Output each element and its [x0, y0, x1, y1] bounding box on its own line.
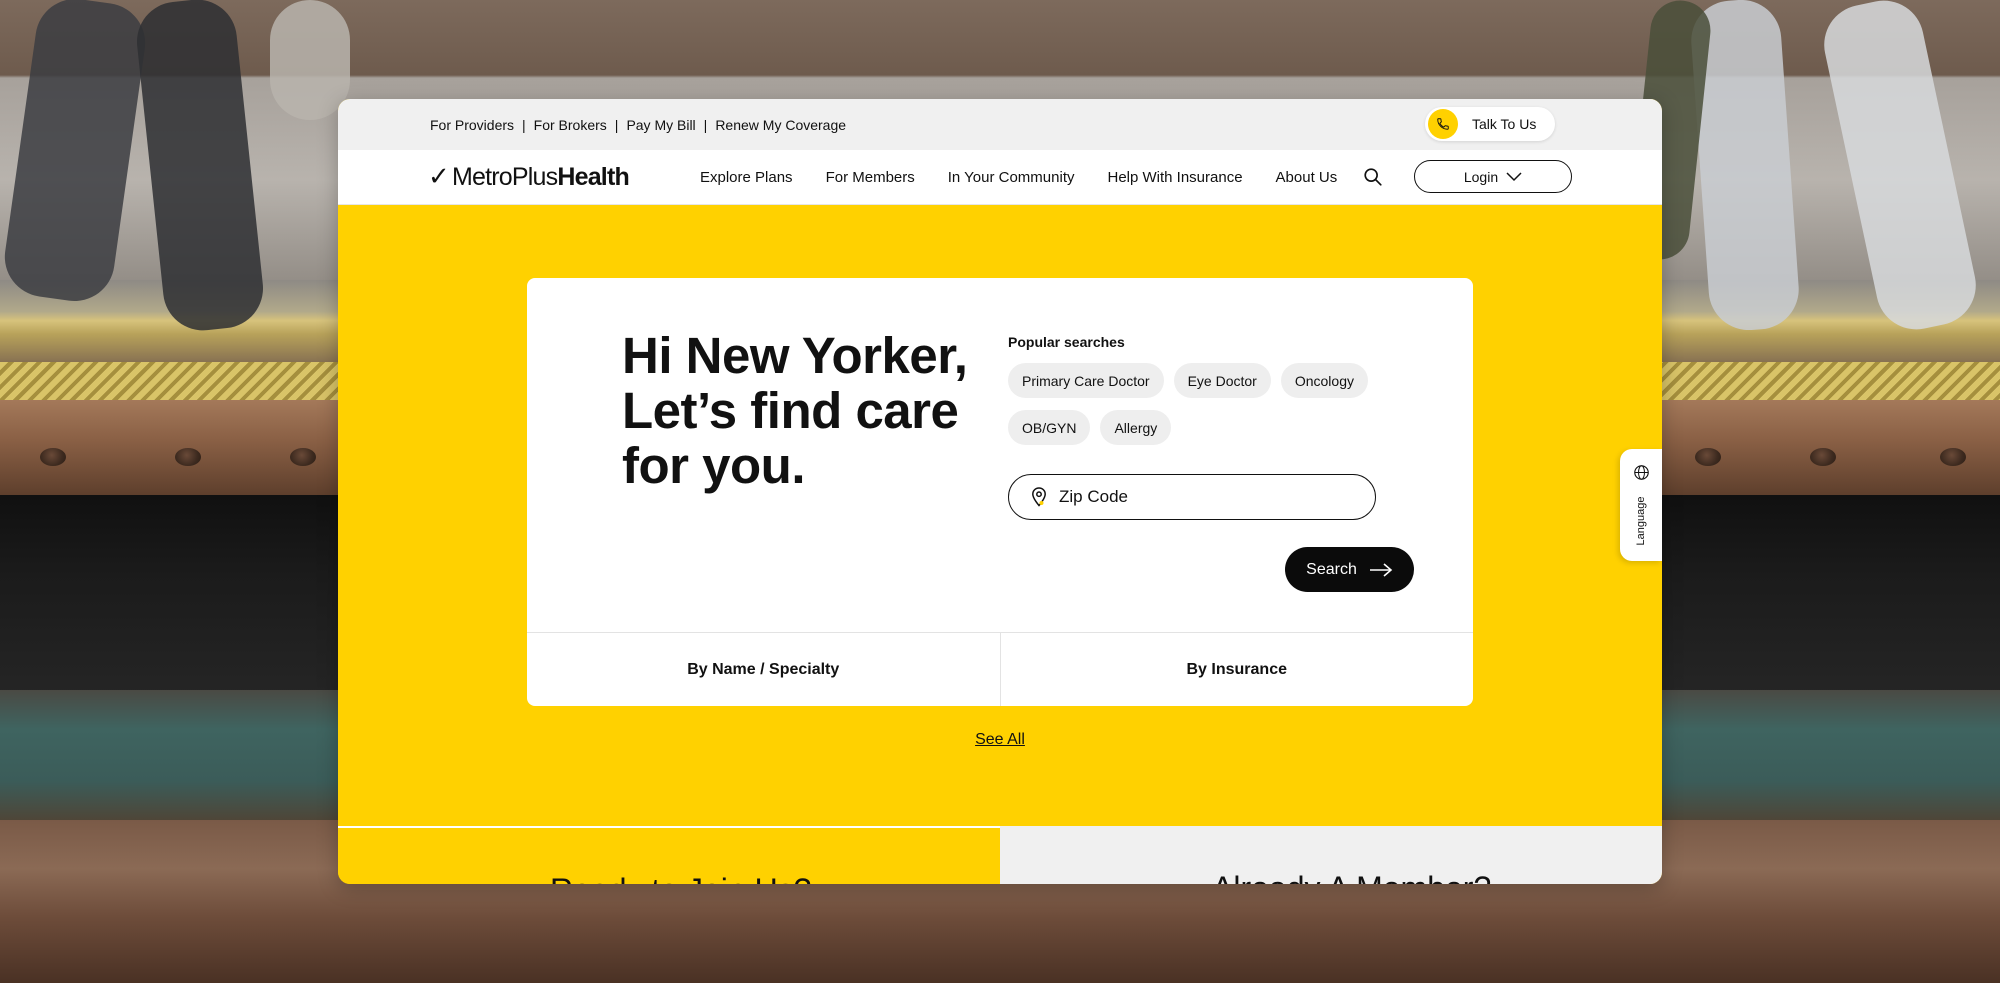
chip-primary-care-doctor[interactable]: Primary Care Doctor [1008, 363, 1164, 398]
chip-eye-doctor[interactable]: Eye Doctor [1173, 363, 1271, 398]
find-care-panel: Hi New Yorker, Let’s find care for you. … [527, 278, 1473, 706]
link-renew-my-coverage[interactable]: Renew My Coverage [715, 117, 846, 133]
join-us-title: Ready to Join Us? [550, 872, 811, 884]
phone-icon [1428, 109, 1458, 139]
see-all-container: See All [338, 731, 1662, 749]
link-for-providers[interactable]: For Providers [430, 117, 514, 133]
nav-for-members[interactable]: For Members [826, 169, 915, 186]
arrow-right-icon [1369, 562, 1393, 577]
location-pin-icon [1032, 487, 1046, 507]
language-tab[interactable]: Language [1620, 449, 1662, 561]
talk-to-us-button[interactable]: Talk To Us [1425, 107, 1555, 141]
globe-icon [1634, 465, 1649, 480]
hero-headline: Hi New Yorker, Let’s find care for you. [622, 327, 968, 494]
join-us-section: Ready to Join Us? [338, 826, 1000, 884]
chip-ob-gyn[interactable]: OB/GYN [1008, 410, 1091, 445]
site-window: For Providers | For Brokers | Pay My Bil… [338, 99, 1662, 884]
chip-allergy[interactable]: Allergy [1100, 410, 1172, 445]
nav-in-your-community[interactable]: In Your Community [948, 169, 1075, 186]
utility-bar: For Providers | For Brokers | Pay My Bil… [338, 99, 1662, 150]
login-button[interactable]: Login [1414, 160, 1572, 193]
already-member-section: Already A Member? [1000, 826, 1662, 884]
tab-by-name-specialty[interactable]: By Name / Specialty [527, 633, 1000, 706]
search-tabs: By Name / Specialty By Insurance [527, 632, 1473, 706]
nav-explore-plans[interactable]: Explore Plans [700, 169, 793, 186]
popular-searches-chips: Primary Care Doctor Eye Doctor Oncology … [1008, 363, 1408, 457]
main-nav: ✓ MetroPlus Health Explore Plans For Memb… [338, 150, 1662, 205]
already-member-title: Already A Member? [1212, 870, 1491, 884]
zip-code-field[interactable] [1008, 474, 1376, 520]
utility-links: For Providers | For Brokers | Pay My Bil… [430, 116, 847, 133]
nav-about-us[interactable]: About Us [1276, 169, 1338, 186]
popular-searches-title: Popular searches [1008, 334, 1125, 350]
search-icon[interactable] [1362, 166, 1384, 188]
nav-help-with-insurance[interactable]: Help With Insurance [1107, 169, 1242, 186]
see-all-link[interactable]: See All [975, 731, 1025, 748]
search-button-label: Search [1306, 560, 1357, 578]
chip-oncology[interactable]: Oncology [1280, 363, 1368, 398]
search-button[interactable]: Search [1285, 547, 1414, 592]
talk-to-us-label: Talk To Us [1472, 116, 1537, 132]
link-for-brokers[interactable]: For Brokers [534, 117, 607, 133]
chevron-down-icon [1506, 171, 1522, 181]
nav-menu: Explore Plans For Members In Your Commun… [700, 150, 1370, 205]
login-label: Login [1463, 168, 1499, 185]
zip-code-input[interactable] [1059, 487, 1339, 507]
language-label: Language [1635, 496, 1647, 546]
logo[interactable]: ✓ MetroPlus Health [428, 162, 630, 192]
tab-by-insurance[interactable]: By Insurance [999, 633, 1474, 706]
link-pay-my-bill[interactable]: Pay My Bill [626, 117, 695, 133]
checkmark-icon: ✓ [428, 162, 450, 192]
